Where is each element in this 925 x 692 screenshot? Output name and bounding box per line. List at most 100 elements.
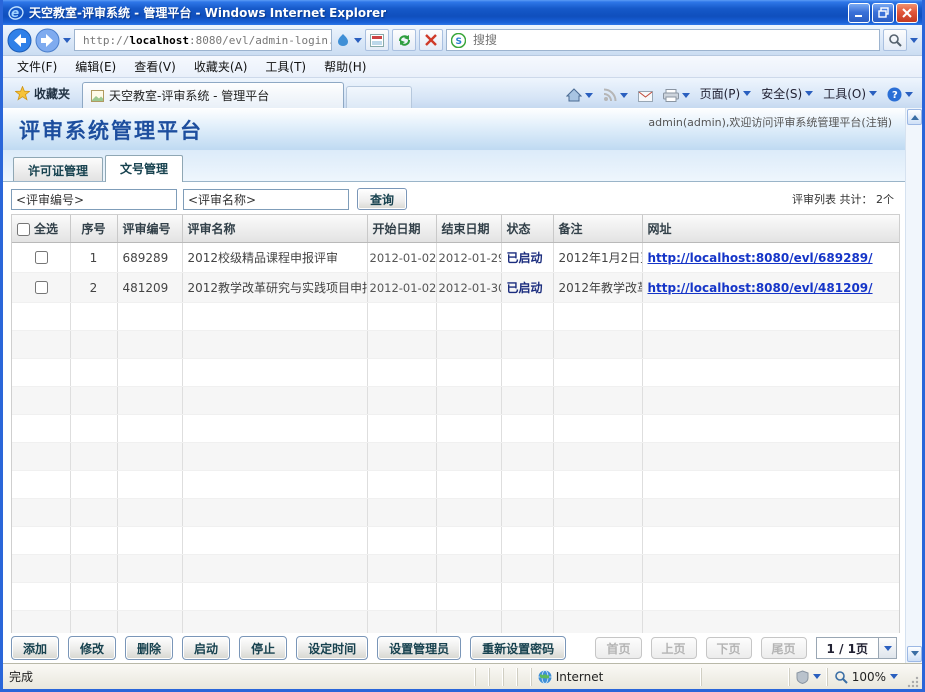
forward-button[interactable] xyxy=(35,28,60,53)
page-select-dropdown-icon[interactable] xyxy=(878,638,896,658)
menu-help[interactable]: 帮助(H) xyxy=(316,56,374,77)
close-button[interactable] xyxy=(896,3,918,23)
status-bar: 完成 Internet 100% xyxy=(3,663,922,689)
home-button[interactable] xyxy=(561,84,598,108)
modify-button[interactable]: 修改 xyxy=(68,636,116,660)
page-dropdown-icon xyxy=(743,91,751,100)
menu-favorites[interactable]: 收藏夹(A) xyxy=(186,56,256,77)
query-button[interactable]: 查询 xyxy=(357,188,407,210)
home-dropdown-icon[interactable] xyxy=(585,93,593,102)
start-button[interactable]: 启动 xyxy=(182,636,230,660)
tab-license-management[interactable]: 许可证管理 xyxy=(13,157,103,181)
protected-mode-icon xyxy=(796,670,809,684)
set-admin-button[interactable]: 设置管理员 xyxy=(377,636,461,660)
stop-button-action[interactable]: 停止 xyxy=(239,636,287,660)
last-page-button[interactable]: 尾页 xyxy=(761,637,807,659)
menu-tools[interactable]: 工具(T) xyxy=(257,56,314,77)
scroll-down-button[interactable] xyxy=(907,646,922,662)
refresh-button[interactable] xyxy=(392,29,416,51)
set-time-button[interactable]: 设定时间 xyxy=(296,636,368,660)
print-dropdown-icon[interactable] xyxy=(682,93,690,102)
empty-row xyxy=(12,387,900,415)
menu-edit[interactable]: 编辑(E) xyxy=(67,56,124,77)
new-tab-stub[interactable] xyxy=(346,86,412,108)
empty-row xyxy=(12,359,900,387)
search-button[interactable] xyxy=(883,29,907,51)
back-button[interactable] xyxy=(7,28,32,53)
scroll-up-button[interactable] xyxy=(907,109,922,125)
prev-page-button[interactable]: 上页 xyxy=(651,637,697,659)
print-button[interactable] xyxy=(658,85,695,108)
reset-password-button[interactable]: 重新设置密码 xyxy=(470,636,566,660)
address-dropdown-icon[interactable] xyxy=(354,38,362,47)
delete-button[interactable]: 删除 xyxy=(125,636,173,660)
favorites-feed-icon[interactable] xyxy=(335,32,351,48)
rss-icon xyxy=(603,88,617,102)
empty-row xyxy=(12,527,900,555)
status-text: 完成 xyxy=(9,668,33,685)
first-page-button[interactable]: 首页 xyxy=(595,637,641,659)
web-search-box[interactable]: S xyxy=(446,29,880,51)
internet-zone-icon xyxy=(538,670,552,684)
browser-window: e 天空教室-评审系统 - 管理平台 - Windows Internet Ex… xyxy=(0,0,925,692)
stop-button[interactable] xyxy=(419,29,443,51)
add-button[interactable]: 添加 xyxy=(11,636,59,660)
browser-tab[interactable]: 天空教室-评审系统 - 管理平台 xyxy=(82,82,344,108)
vertical-scrollbar[interactable] xyxy=(905,108,922,663)
menu-bar: 文件(F) 编辑(E) 查看(V) 收藏夹(A) 工具(T) 帮助(H) xyxy=(3,56,922,78)
feeds-button[interactable] xyxy=(598,84,633,108)
menu-view[interactable]: 查看(V) xyxy=(126,56,184,77)
address-field[interactable]: http://localhost:8080/evl/admin-login.do xyxy=(74,29,332,51)
search-options-dropdown-icon[interactable] xyxy=(910,38,918,47)
history-dropdown-icon[interactable] xyxy=(63,38,71,47)
review-id-input[interactable] xyxy=(11,189,177,210)
next-page-button[interactable]: 下页 xyxy=(706,637,752,659)
tools-menu-button[interactable]: 工具(O) xyxy=(818,81,882,108)
review-name-input[interactable] xyxy=(183,189,349,210)
favorites-bar: 收藏夹 天空教室-评审系统 - 管理平台 xyxy=(3,78,922,108)
page-menu-button[interactable]: 页面(P) xyxy=(695,81,757,108)
zoom-control[interactable]: 100% xyxy=(827,668,904,686)
address-bar: http://localhost:8080/evl/admin-login.do… xyxy=(3,25,922,56)
review-url-link[interactable]: http://localhost:8080/evl/481209/ xyxy=(648,281,873,295)
page-header: 评审系统管理平台 admin(admin),欢迎访问评审系统管理平台(注销) xyxy=(3,108,922,150)
empty-row xyxy=(12,331,900,359)
empty-row xyxy=(12,499,900,527)
tools-dropdown-icon xyxy=(869,91,877,100)
page-select[interactable]: 1 / 1页 xyxy=(816,637,897,659)
url-text: http://localhost:8080/evl/admin-login.do xyxy=(83,34,332,47)
favorites-button[interactable]: 收藏夹 xyxy=(7,81,78,108)
minimize-button[interactable] xyxy=(848,3,870,23)
zoom-level: 100% xyxy=(852,670,886,684)
review-url-link[interactable]: http://localhost:8080/evl/689289/ xyxy=(648,251,873,265)
row-checkbox[interactable] xyxy=(35,251,48,264)
home-icon xyxy=(566,88,582,102)
window-title: 天空教室-评审系统 - 管理平台 - Windows Internet Expl… xyxy=(29,4,848,21)
table-row: 2 481209 2012教学改革研究与实践项目申报 2012-01-02 20… xyxy=(12,273,900,303)
svg-text:e: e xyxy=(11,6,19,20)
mail-icon xyxy=(638,91,653,102)
safety-dropdown-icon xyxy=(805,91,813,100)
magnifier-icon xyxy=(888,33,902,47)
read-mail-button[interactable] xyxy=(633,87,658,108)
status-badge: 已启动 xyxy=(501,273,553,303)
restore-button[interactable] xyxy=(872,3,894,23)
safety-menu-button[interactable]: 安全(S) xyxy=(756,81,818,108)
quick-tabs-button[interactable] xyxy=(365,29,389,51)
welcome-text[interactable]: admin(admin),欢迎访问评审系统管理平台(注销) xyxy=(648,114,892,130)
security-zone: Internet xyxy=(531,668,701,686)
module-tabs: 许可证管理 文号管理 xyxy=(3,150,922,182)
protected-mode-control[interactable] xyxy=(789,668,827,686)
web-search-input[interactable] xyxy=(471,32,875,48)
help-dropdown-icon xyxy=(905,92,913,101)
help-menu-button[interactable]: ? xyxy=(882,83,918,108)
row-checkbox[interactable] xyxy=(35,281,48,294)
feeds-dropdown-icon[interactable] xyxy=(620,93,628,102)
menu-file[interactable]: 文件(F) xyxy=(9,56,65,77)
ie-logo-icon: e xyxy=(8,5,24,21)
svg-text:?: ? xyxy=(892,90,898,101)
select-all-checkbox[interactable] xyxy=(17,223,30,236)
protected-mode-dropdown-icon xyxy=(813,674,821,683)
resize-grip-icon[interactable] xyxy=(906,675,920,689)
tab-document-management[interactable]: 文号管理 xyxy=(105,155,183,182)
